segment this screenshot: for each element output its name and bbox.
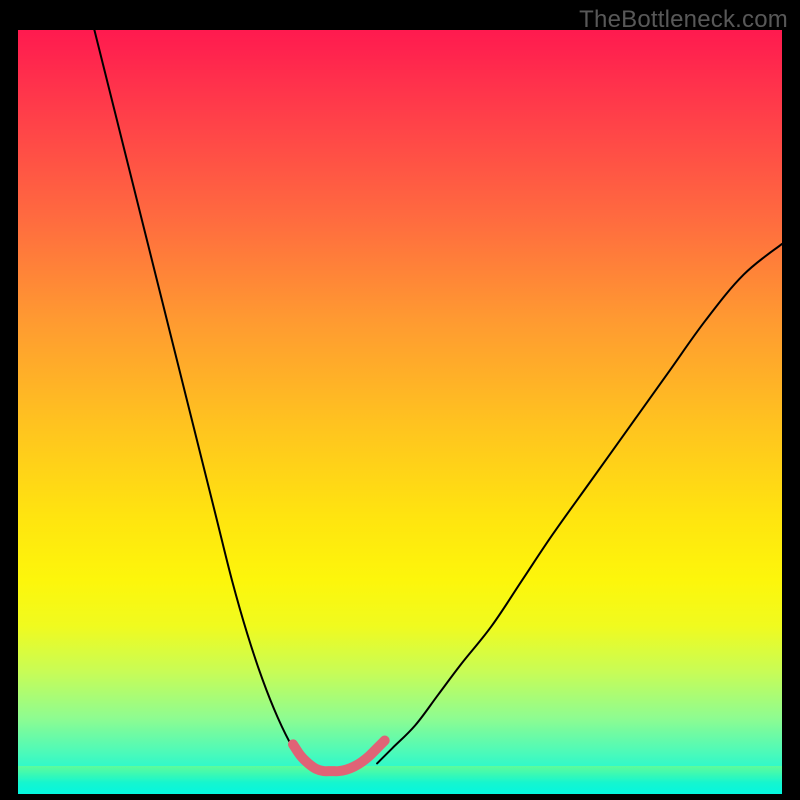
chart-svg bbox=[18, 30, 782, 794]
chart-area bbox=[18, 30, 782, 794]
series-right-curve bbox=[377, 244, 782, 764]
watermark-text: TheBottleneck.com bbox=[579, 6, 788, 34]
series-left-curve bbox=[94, 30, 304, 763]
series-bottom-highlight bbox=[293, 741, 385, 772]
